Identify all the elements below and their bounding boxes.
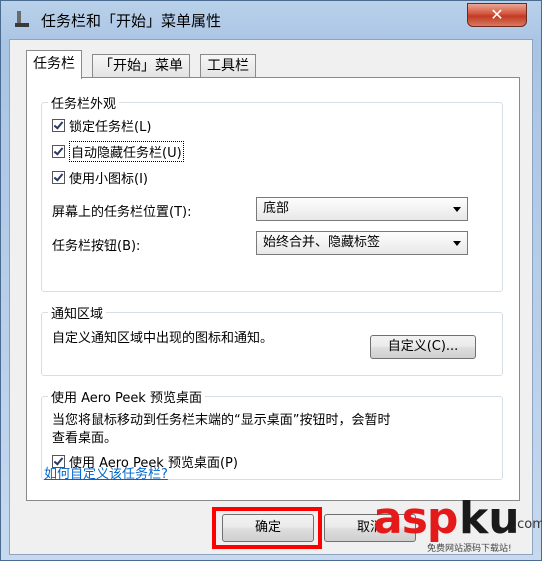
aero-peek-description-line2: 查看桌面。 [52, 431, 118, 446]
taskbar-app-icon [15, 11, 29, 27]
lock-taskbar-checkbox[interactable] [52, 118, 65, 132]
close-button[interactable]: ✕ [467, 3, 527, 27]
notification-area-group: 通知区域 自定义通知区域中出现的图标和通知。 自定义(C)... [41, 303, 503, 376]
watermark-tagline: 免费网站源码下载站! [427, 544, 512, 554]
chevron-down-icon [453, 241, 461, 246]
small-icons-checkbox[interactable] [52, 170, 65, 184]
small-icons-row[interactable]: 使用小图标(I) [52, 167, 148, 187]
title-bar[interactable]: 任务栏和「开始」菜单属性 ✕ [1, 1, 541, 39]
taskbar-tab-panel: 任务栏外观 锁定任务栏(L) 自动隐藏任务栏(U) 使用小图标(I) 屏幕上的任… [26, 77, 520, 501]
autohide-taskbar-checkbox[interactable] [52, 144, 65, 158]
check-icon [53, 118, 64, 130]
check-icon [53, 144, 64, 156]
window-title: 任务栏和「开始」菜单属性 [41, 12, 222, 30]
watermark-logo: asp ku .com 免费网站源码下载站! [373, 493, 542, 557]
lock-taskbar-row[interactable]: 锁定任务栏(L) [52, 115, 151, 135]
tab-start-menu[interactable]: 「开始」菜单 [92, 54, 190, 78]
help-customize-taskbar-link[interactable]: 如何自定义该任务栏? [44, 463, 168, 482]
taskbar-position-value: 底部 [263, 201, 290, 216]
appearance-group: 任务栏外观 锁定任务栏(L) 自动隐藏任务栏(U) 使用小图标(I) 屏幕上的任… [41, 93, 503, 292]
autohide-taskbar-label: 自动隐藏任务栏(U) [69, 140, 184, 162]
watermark-asp: asp [373, 493, 458, 544]
properties-window: 任务栏和「开始」菜单属性 ✕ 任务栏 「开始」菜单 工具栏 任务栏外观 锁定任务… [0, 0, 542, 561]
notification-group-title: 通知区域 [48, 303, 107, 322]
close-icon: ✕ [490, 5, 504, 24]
ok-button-highlight [212, 507, 322, 549]
watermark-com: .com [513, 517, 542, 532]
aero-peek-group-title: 使用 Aero Peek 预览桌面 [48, 387, 205, 406]
check-icon [53, 170, 64, 182]
taskbar-buttons-value: 始终合并、隐藏标签 [263, 235, 381, 250]
autohide-taskbar-row[interactable]: 自动隐藏任务栏(U) [52, 140, 184, 162]
dialog-client-area: 任务栏 「开始」菜单 工具栏 任务栏外观 锁定任务栏(L) 自动隐藏任务栏(U)… [9, 39, 533, 555]
tab-taskbar[interactable]: 任务栏 [26, 50, 82, 79]
taskbar-position-select[interactable]: 底部 [256, 197, 468, 221]
small-icons-label: 使用小图标(I) [69, 171, 148, 187]
chevron-down-icon [453, 207, 461, 212]
aero-peek-description-line1: 当您将鼠标移动到任务栏末端的“显示桌面”按钮时，会暂时 [52, 413, 391, 428]
appearance-group-title: 任务栏外观 [48, 93, 120, 112]
notification-description: 自定义通知区域中出现的图标和通知。 [52, 331, 274, 346]
tab-toolbars[interactable]: 工具栏 [200, 54, 256, 78]
lock-taskbar-label: 锁定任务栏(L) [69, 119, 152, 135]
taskbar-position-label: 屏幕上的任务栏位置(T): [52, 205, 192, 220]
watermark-ku: ku [459, 493, 520, 544]
taskbar-buttons-select[interactable]: 始终合并、隐藏标签 [256, 231, 468, 255]
customize-button[interactable]: 自定义(C)... [370, 335, 476, 359]
taskbar-buttons-label: 任务栏按钮(B): [52, 239, 141, 254]
